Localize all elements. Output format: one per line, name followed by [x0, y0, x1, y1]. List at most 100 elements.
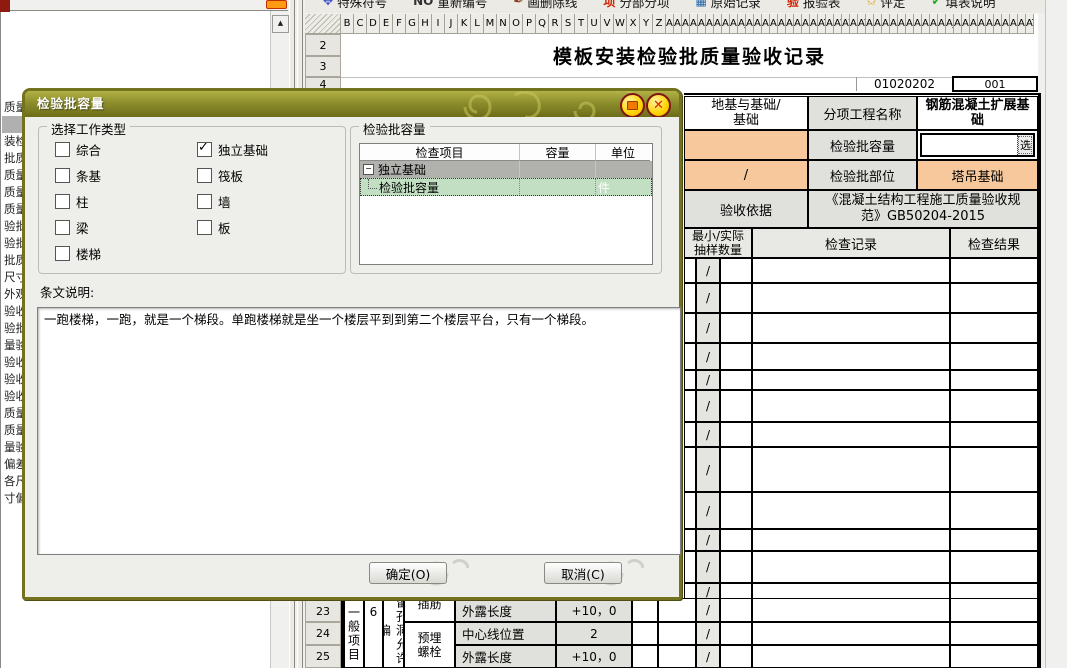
column-header[interactable]: U [588, 14, 601, 34]
checkbox-row[interactable]: 筏板 [197, 167, 243, 183]
check-record-cell[interactable] [752, 447, 950, 492]
column-header[interactable]: AV [834, 14, 842, 34]
column-header[interactable]: O [510, 14, 523, 34]
check-result-cell[interactable] [950, 622, 1038, 645]
sampling-slash-cell[interactable]: / [696, 622, 720, 645]
panel-orange-button[interactable] [266, 0, 287, 9]
check-record-cell[interactable] [752, 370, 950, 390]
column-header[interactable]: AM [970, 14, 978, 34]
checkbox-icon[interactable] [197, 194, 212, 209]
column-header[interactable]: AY [858, 14, 866, 34]
checkbox-row[interactable]: 综合 [55, 141, 101, 157]
checkbox-icon[interactable] [55, 194, 70, 209]
check-record-cell[interactable] [752, 598, 950, 622]
capacity-input-cell[interactable]: 选 [917, 130, 1038, 160]
checkbox-row[interactable]: 条基 [55, 167, 101, 183]
capacity-value-cell[interactable] [520, 178, 596, 196]
column-header[interactable]: AK [954, 14, 962, 34]
cancel-button[interactable]: 取消(C) [544, 562, 622, 584]
column-header[interactable]: AK [746, 14, 754, 34]
toolbar-button[interactable]: ▦ 原始记录 [695, 0, 760, 11]
check-record-cell[interactable] [752, 551, 950, 583]
column-header[interactable]: AM [762, 14, 770, 34]
sampling-slash-cell[interactable]: / [696, 370, 720, 390]
column-header[interactable]: T [575, 14, 588, 34]
column-header[interactable]: AB [882, 14, 890, 34]
toolbar-button[interactable]: ✩ 评定 [866, 0, 905, 11]
column-header[interactable]: AQ [794, 14, 802, 34]
column-header[interactable]: D [367, 14, 380, 34]
column-header[interactable]: J [445, 14, 458, 34]
column-header[interactable]: AL [754, 14, 762, 34]
sampling-slash-cell[interactable]: / [696, 390, 720, 422]
column-header[interactable]: AS [1018, 14, 1026, 34]
checkbox-icon[interactable] [55, 142, 70, 157]
column-header[interactable]: AR [1010, 14, 1018, 34]
sampling-slash-cell[interactable]: / [696, 447, 720, 492]
column-header[interactable]: M [484, 14, 497, 34]
column-header[interactable]: AU [826, 14, 834, 34]
unit-cell[interactable]: 件 [596, 178, 650, 196]
column-header[interactable]: L [471, 14, 484, 34]
sampling-slash-cell[interactable]: / [696, 313, 720, 343]
column-header[interactable]: AH [930, 14, 938, 34]
capacity-child-row[interactable]: 检验批容量 件 [360, 178, 652, 196]
check-result-cell[interactable] [950, 645, 1038, 668]
column-header[interactable]: R [549, 14, 562, 34]
serial-cell[interactable]: 001 [952, 76, 1038, 92]
sampling-slash-cell[interactable]: / [696, 258, 720, 283]
dialog-titlebar[interactable]: 检验批容量 ✕ [25, 91, 679, 117]
check-result-cell[interactable] [950, 598, 1038, 622]
check-record-cell[interactable] [752, 343, 950, 370]
column-header[interactable]: AG [714, 14, 722, 34]
check-record-cell[interactable] [752, 622, 950, 645]
check-result-cell[interactable] [950, 313, 1038, 343]
row-header[interactable]: 3 [305, 56, 341, 77]
column-header[interactable]: AQ [1002, 14, 1010, 34]
check-record-cell[interactable] [752, 422, 950, 447]
sampling-slash-cell[interactable]: / [696, 529, 720, 551]
column-header[interactable]: AJ [738, 14, 746, 34]
column-header[interactable]: AL [962, 14, 970, 34]
ok-button[interactable]: 确定(O) [369, 562, 447, 584]
column-header[interactable]: Q [536, 14, 549, 34]
column-header[interactable]: AF [706, 14, 714, 34]
column-header[interactable]: AG [922, 14, 930, 34]
close-button[interactable]: ✕ [646, 93, 671, 117]
check-result-cell[interactable] [950, 422, 1038, 447]
sampling-slash-cell[interactable]: / [696, 598, 720, 622]
check-result-cell[interactable] [950, 370, 1038, 390]
column-header[interactable]: AE [698, 14, 706, 34]
check-result-cell[interactable] [950, 492, 1038, 529]
location-value-cell[interactable]: 塔吊基础 [917, 160, 1038, 190]
checkbox-row[interactable]: 梁 [55, 219, 89, 235]
sampling-slash-cell[interactable]: / [696, 422, 720, 447]
column-header[interactable]: AX [850, 14, 858, 34]
check-result-cell[interactable] [950, 529, 1038, 551]
column-header[interactable]: H [419, 14, 432, 34]
check-record-cell[interactable] [752, 390, 950, 422]
column-header[interactable]: AC [682, 14, 690, 34]
row-header[interactable]: 25 [305, 645, 341, 668]
column-header[interactable]: G [406, 14, 419, 34]
column-header[interactable]: K [458, 14, 471, 34]
check-result-cell[interactable] [950, 390, 1038, 422]
column-header[interactable]: AI [938, 14, 946, 34]
column-header[interactable]: AH [722, 14, 730, 34]
column-header[interactable]: W [614, 14, 627, 34]
column-header[interactable]: S [562, 14, 575, 34]
column-header[interactable]: AO [778, 14, 786, 34]
check-record-cell[interactable] [752, 529, 950, 551]
column-header[interactable]: AR [802, 14, 810, 34]
check-record-cell[interactable] [752, 645, 950, 668]
checkbox-icon[interactable] [55, 168, 70, 183]
toolbar-button[interactable]: ✒ 画删除线 [513, 0, 577, 11]
check-record-cell[interactable] [752, 492, 950, 529]
column-header[interactable]: AZ [866, 14, 874, 34]
column-header[interactable]: AS [810, 14, 818, 34]
column-header[interactable]: AE [906, 14, 914, 34]
sampling-slash-cell[interactable]: / [696, 492, 720, 529]
check-result-cell[interactable] [950, 551, 1038, 583]
column-header[interactable]: AP [994, 14, 1002, 34]
column-header[interactable]: AI [730, 14, 738, 34]
